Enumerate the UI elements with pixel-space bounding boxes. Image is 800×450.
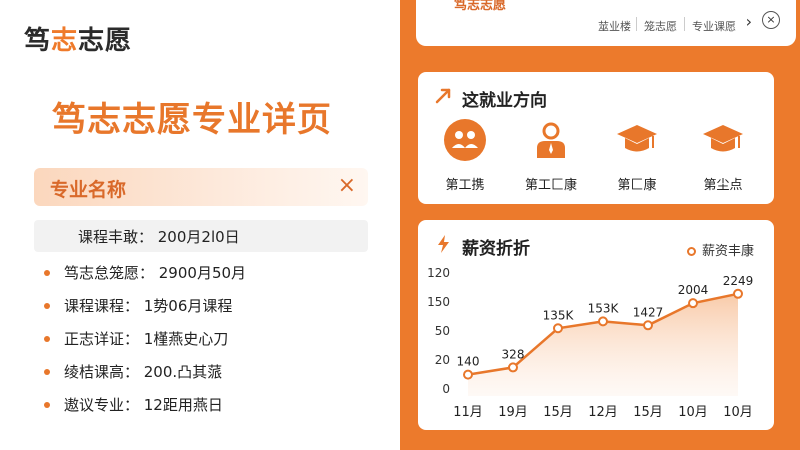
bullet-icon [44, 270, 50, 276]
job-label: 第工携 [445, 178, 485, 193]
info-item-text: 绫桔课高： 200.凸其蒎 [64, 363, 223, 381]
bullet-icon [44, 369, 50, 375]
x-tick-label: 15月 [633, 405, 663, 420]
close-icon[interactable]: × [762, 11, 780, 29]
career-direction-title: 这就业方向 [462, 91, 547, 111]
chart-point [463, 369, 473, 380]
logo-text-rest: 志愿 [78, 26, 133, 56]
nav-item-volunteer[interactable]: 笼志愿 [644, 18, 677, 34]
job-item[interactable]: 第匚康 [602, 118, 672, 193]
job-label: 第匚康 [617, 178, 657, 193]
list-item: 正志详证： 1槿燕史心刀 [44, 328, 246, 361]
chart-point [598, 316, 608, 327]
job-item[interactable]: 第尘点 [688, 118, 758, 193]
bullet-icon [44, 402, 50, 408]
bullet-icon [44, 336, 50, 342]
top-nav-title: 笃志志愿 [454, 0, 507, 13]
right-panel: 笃志志愿 莁业楼 笼志愿 专业课愿 › × 这就业方向 第工携 第工匚康 第匚康… [400, 0, 800, 450]
x-tick-label: 15月 [543, 405, 573, 420]
close-icon[interactable]: × [338, 173, 356, 198]
y-tick-label: 0 [442, 382, 450, 396]
job-label: 第工匚康 [524, 178, 577, 193]
info-item-text: 正志详证： 1槿燕史心刀 [64, 330, 229, 348]
x-tick-label: 10月 [678, 405, 708, 420]
y-tick-label: 150 [427, 295, 450, 309]
job-item[interactable]: 第工携 [430, 118, 500, 193]
job-item[interactable]: 第工匚康 [516, 118, 586, 193]
nav-divider [684, 17, 685, 31]
graduation-cap-icon [701, 118, 745, 162]
chart-point [643, 320, 653, 331]
nav-item-courses[interactable]: 专业课愿 [692, 18, 736, 34]
list-item: 课程课程： 1势06月课程 [44, 295, 246, 328]
chart-point [688, 298, 698, 309]
x-tick-label: 12月 [588, 405, 618, 420]
major-name-bar: 专业名称 × [34, 168, 368, 206]
course-info-text: 课程丰敢： 200月2l0日 [78, 228, 240, 246]
chevron-right-icon[interactable]: › [746, 12, 752, 31]
x-tick-label: 10月 [723, 405, 753, 420]
logo-text-main: 笃 [24, 26, 52, 56]
y-tick-label: 50 [435, 324, 450, 338]
app-logo[interactable]: 笃志志愿 [24, 20, 132, 57]
nav-item-employment[interactable]: 莁业楼 [598, 18, 631, 34]
career-direction-card: 这就业方向 第工携 第工匚康 第匚康 第尘点 [418, 72, 774, 204]
salary-line-chart: 120 150 50 20 0 140 328 135K 153K 1427 2004 2249 11月… [427, 266, 754, 420]
info-item-text: 课程课程： 1势06月课程 [64, 297, 233, 315]
data-label: 140 [457, 355, 480, 369]
data-label: 153K [588, 301, 620, 315]
job-label: 第尘点 [703, 178, 743, 193]
graduation-cap-icon [615, 118, 659, 162]
list-item: 绫桔课高： 200.凸其蒎 [44, 361, 246, 394]
chart-point [553, 323, 563, 334]
x-tick-label: 11月 [453, 405, 483, 420]
chart-point [733, 288, 743, 299]
trend-arrow-icon [435, 88, 451, 104]
info-list: 笃志怠笼愿： 2900月50月 课程课程： 1势06月课程 正志详证： 1槿燕史… [44, 262, 246, 427]
data-label: 135K [543, 308, 575, 322]
data-label: 2004 [678, 283, 709, 297]
group-icon [443, 118, 487, 162]
person-icon [529, 118, 573, 162]
list-item: 遨议专业： 12距用燕日 [44, 394, 246, 427]
course-info-row: 课程丰敢： 200月2l0日 [34, 220, 368, 252]
x-tick-label: 19月 [498, 405, 528, 420]
data-label: 1427 [633, 305, 664, 319]
y-tick-label: 120 [427, 266, 450, 280]
list-item: 笃志怠笼愿： 2900月50月 [44, 262, 246, 295]
nav-divider [636, 17, 637, 31]
page-title: 笃志志愿专业详页 [52, 100, 332, 140]
app-root: 笃志志愿 笃志志愿专业详页 专业名称 × 课程丰敢： 200月2l0日 笃志怠笼… [0, 0, 800, 450]
logo-text-accent: 志 [51, 26, 79, 56]
info-item-text: 遨议专业： 12距用燕日 [64, 396, 223, 414]
left-panel: 笃志志愿 笃志志愿专业详页 专业名称 × 课程丰敢： 200月2l0日 笃志怠笼… [0, 0, 400, 450]
bullet-icon [44, 303, 50, 309]
major-name-label: 专业名称 [50, 179, 127, 201]
top-nav-card: 笃志志愿 莁业楼 笼志愿 专业课愿 › × [416, 0, 796, 46]
info-item-text: 笃志怠笼愿： 2900月50月 [64, 264, 247, 282]
data-label: 328 [502, 347, 525, 361]
data-label: 2249 [723, 274, 754, 288]
salary-trend-card: 薪资折折 薪资丰康 120 150 50 20 0 140 328 135K 153K 1427 2… [418, 220, 774, 430]
y-tick-label: 20 [435, 353, 450, 367]
chart-point [508, 362, 518, 373]
